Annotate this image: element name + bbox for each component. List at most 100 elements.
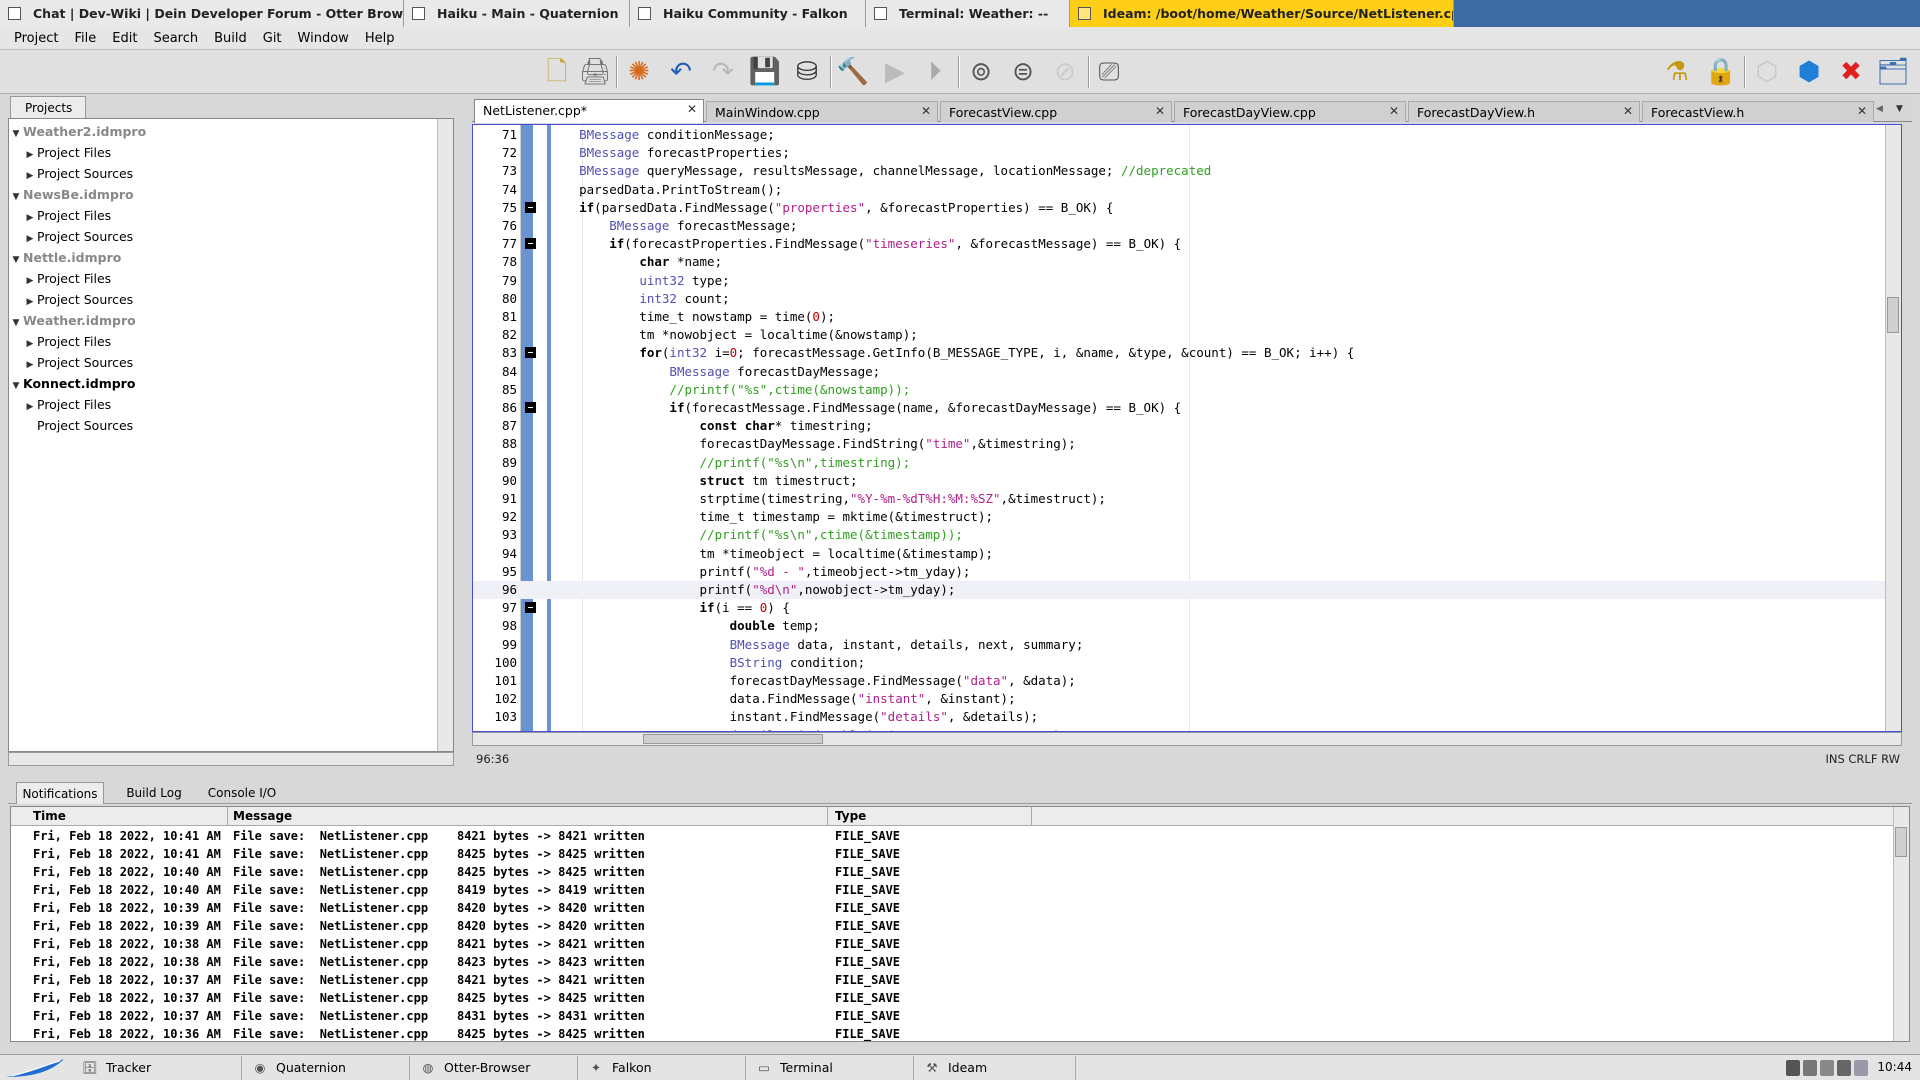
code-line[interactable]: 99 BMessage data, instant, details, next… (473, 636, 1901, 654)
fold-toggle-icon[interactable] (525, 238, 536, 250)
tree-item[interactable]: ▶ Project Sources (9, 289, 437, 310)
taskbar-item-ideam[interactable]: ⚒ Ideam (916, 1056, 1076, 1080)
redo-icon[interactable]: ↷ (706, 55, 740, 89)
window-tab-quaternion[interactable]: Haiku - Main - Quaternion (404, 0, 630, 27)
save-all-icon[interactable]: ⛁ (790, 55, 824, 89)
notification-row[interactable]: Fri, Feb 18 2022, 10:37 AM File save: Net… (11, 1007, 1891, 1025)
code-line[interactable]: 81 time_t nowstamp = time(0); (473, 308, 1901, 326)
run-icon[interactable]: ▶ (878, 55, 912, 89)
close-tab-icon[interactable]: ✕ (1155, 104, 1165, 118)
menu-project[interactable]: Project (6, 31, 66, 46)
code-line[interactable]: 95 printf("%d - ",timeobject->tm_yday); (473, 563, 1901, 581)
column-divider[interactable] (827, 807, 828, 826)
fold-toggle-icon[interactable] (525, 402, 536, 413)
notifications-vscroll-thumb[interactable] (1895, 827, 1907, 857)
column-header-type[interactable]: Type (835, 809, 866, 823)
code-line[interactable]: 77 if(forecastProperties.FindMessage("ti… (473, 235, 1901, 253)
tree-item[interactable]: ▶ Project Sources (9, 352, 437, 373)
editor-tab-mainwindow[interactable]: MainWindow.cpp ✕ (706, 101, 938, 122)
editor-tab-forecastview-cpp[interactable]: ForecastView.cpp ✕ (940, 101, 1172, 122)
taskbar-item-tracker[interactable]: 🗄 Tracker (74, 1056, 242, 1080)
editor-tab-forecastdayview-cpp[interactable]: ForecastDayView.cpp ✕ (1174, 101, 1406, 122)
code-line[interactable]: 103 instant.FindMessage("details", &deta… (473, 708, 1901, 726)
menu-build[interactable]: Build (206, 31, 255, 46)
code-line[interactable]: 98 double temp; (473, 617, 1901, 635)
tree-item[interactable]: ▶ Project Files (9, 142, 437, 163)
code-line[interactable]: 97 if(i == 0) { (473, 599, 1901, 617)
lock-icon[interactable]: 🔒 (1704, 55, 1738, 89)
clock[interactable]: 10:44 (1877, 1060, 1912, 1074)
project-item[interactable]: ▼ Weather.idmpro (9, 310, 437, 331)
editor-tab-forecastview-h[interactable]: ForecastView.h ✕ (1642, 101, 1874, 122)
editor-vscroll-thumb[interactable] (1887, 297, 1899, 333)
tree-item[interactable]: ▶ Project Sources (9, 226, 437, 247)
code-line[interactable]: 74 parsedData.PrintToStream(); (473, 181, 1901, 199)
taskbar-item-quaternion[interactable]: ◉ Quaternion (244, 1056, 410, 1080)
tab-notifications[interactable]: Notifications (16, 782, 104, 804)
notifications-table[interactable]: Time Message Type Fri, Feb 18 2022, 10:4… (10, 806, 1910, 1042)
tab-build-log[interactable]: Build Log (112, 782, 196, 804)
code-line[interactable]: 72 BMessage forecastProperties; (473, 144, 1901, 162)
window-tab-otter[interactable]: Chat | Dev-Wiki | Dein Developer Forum -… (0, 0, 404, 27)
debug-icon[interactable]: ⏵ (918, 55, 952, 89)
tree-item[interactable]: ▶ Project Files (9, 331, 437, 352)
editor-horizontal-scrollbar[interactable] (472, 732, 1902, 746)
window-close-box[interactable] (638, 7, 651, 20)
prev-icon[interactable]: ⬡ (1750, 55, 1784, 89)
code-editor[interactable]: 71 BMessage conditionMessage; 72 BMessage… (472, 124, 1902, 732)
column-divider[interactable] (1031, 807, 1032, 826)
code-line[interactable]: 93 //printf("%s\n",ctime(&timestamp)); (473, 526, 1901, 544)
code-line[interactable]: 82 tm *nowobject = localtime(&nowstamp); (473, 326, 1901, 344)
code-line[interactable]: 96 printf("%d\n",nowobject->tm_yday); (473, 581, 1901, 599)
code-line[interactable]: 88 forecastDayMessage.FindString("time",… (473, 435, 1901, 453)
tray-power-icon[interactable] (1837, 1060, 1851, 1076)
code-line[interactable]: 86 if(forecastMessage.FindMessage(name, … (473, 399, 1901, 417)
code-line[interactable]: 100 BString condition; (473, 654, 1901, 672)
tray-volume-icon[interactable] (1854, 1060, 1868, 1076)
code-line[interactable]: 78 char *name; (473, 253, 1901, 271)
find-icon[interactable]: ⊚ (964, 55, 998, 89)
haiku-leaf-icon[interactable] (4, 1057, 66, 1079)
code-line[interactable]: 90 struct tm timestruct; (473, 472, 1901, 490)
tray-status-icon[interactable] (1786, 1060, 1800, 1076)
column-header-message[interactable]: Message (233, 809, 292, 823)
menu-git[interactable]: Git (255, 31, 290, 46)
notification-row[interactable]: Fri, Feb 18 2022, 10:37 AM File save: Net… (11, 971, 1891, 989)
tab-scroll-left-icon[interactable]: ◀ (1876, 104, 1883, 114)
git-icon[interactable]: ⚗ (1660, 55, 1694, 89)
notification-row[interactable]: Fri, Feb 18 2022, 10:39 AM File save: Net… (11, 899, 1891, 917)
save-icon[interactable]: 💾 (748, 55, 782, 89)
tree-vertical-scrollbar[interactable] (437, 119, 453, 751)
code-line[interactable]: 102 data.FindMessage("instant", &instant… (473, 690, 1901, 708)
code-line[interactable]: 85 //printf("%s",ctime(&nowstamp)); (473, 381, 1901, 399)
tab-console-io[interactable]: Console I/O (200, 782, 284, 804)
notification-row[interactable]: Fri, Feb 18 2022, 10:41 AM File save: Net… (11, 845, 1891, 863)
menu-edit[interactable]: Edit (104, 31, 145, 46)
project-item[interactable]: ▼ NewsBe.idmpro (9, 184, 437, 205)
open-project-icon[interactable]: 🖨 (578, 55, 612, 89)
taskbar-item-falkon[interactable]: ✦ Falkon (580, 1056, 746, 1080)
next-icon[interactable]: ⬢ (1792, 55, 1826, 89)
menu-window[interactable]: Window (290, 31, 357, 46)
notification-row[interactable]: Fri, Feb 18 2022, 10:38 AM File save: Net… (11, 935, 1891, 953)
window-tab-falkon[interactable]: Haiku Community - Falkon (630, 0, 866, 27)
close-tab-icon[interactable]: ✕ (1623, 104, 1633, 118)
code-line[interactable]: 101 forecastDayMessage.FindMessage("data… (473, 672, 1901, 690)
find-in-files-icon[interactable]: ⊘ (1048, 55, 1082, 89)
tree-item[interactable]: ▶ Project Files (9, 394, 437, 415)
project-item[interactable]: ▼ Nettle.idmpro (9, 247, 437, 268)
code-line[interactable]: 75 if(parsedData.FindMessage("properties… (473, 199, 1901, 217)
editor-vertical-scrollbar[interactable] (1885, 125, 1901, 731)
code-line[interactable]: 71 BMessage conditionMessage; (473, 126, 1901, 144)
menu-help[interactable]: Help (357, 31, 403, 46)
taskbar-item-terminal[interactable]: ▭ Terminal (748, 1056, 914, 1080)
code-line[interactable]: 87 const char* timestring; (473, 417, 1901, 435)
tray-media-icon[interactable] (1820, 1060, 1834, 1076)
taskbar-item-otter-browser[interactable]: ◍ Otter-Browser (412, 1056, 578, 1080)
notification-row[interactable]: Fri, Feb 18 2022, 10:38 AM File save: Net… (11, 953, 1891, 971)
code-line[interactable]: 80 int32 count; (473, 290, 1901, 308)
close-tab-icon[interactable]: ✕ (687, 102, 697, 116)
tree-horizontal-scrollbar[interactable] (8, 752, 454, 766)
column-header-time[interactable]: Time (33, 809, 66, 823)
new-project-icon[interactable]: 🗋 (540, 55, 574, 89)
